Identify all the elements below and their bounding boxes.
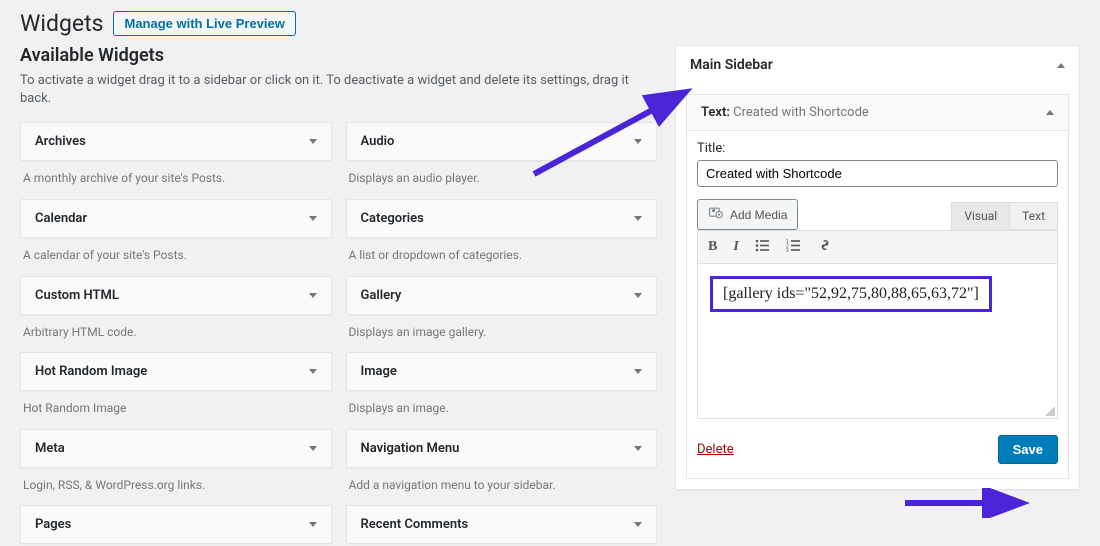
text-tab[interactable]: Text	[1009, 202, 1058, 230]
sidebar-area-panel: Main Sidebar Text: Created with Shortcod…	[675, 45, 1080, 544]
page-header: Widgets Manage with Live Preview	[20, 10, 1080, 37]
chevron-down-icon	[634, 446, 642, 451]
available-widget-meta[interactable]: Meta	[20, 429, 332, 468]
delete-link[interactable]: Delete	[697, 442, 734, 457]
widget-card-desc: Arbitrary HTML code.	[20, 315, 332, 353]
chevron-down-icon	[634, 522, 642, 527]
bullet-list-button[interactable]	[755, 239, 770, 256]
add-media-label: Add Media	[730, 208, 787, 222]
shortcode-text: [gallery ids="52,92,75,80,88,65,63,72"]	[710, 276, 992, 312]
available-widget-audio[interactable]: Audio	[346, 122, 658, 161]
bold-button[interactable]: B	[708, 239, 717, 255]
title-input[interactable]	[697, 160, 1058, 187]
text-widget-body: Title:	[686, 131, 1069, 479]
collapse-icon	[1046, 110, 1054, 115]
widget-card-label: Image	[361, 364, 397, 379]
widget-type-label: Text:	[701, 105, 730, 120]
available-widget-recent-comments[interactable]: Recent Comments	[346, 505, 658, 544]
available-widgets-section: Available Widgets To activate a widget d…	[20, 45, 657, 544]
add-media-button[interactable]: Add Media	[697, 199, 798, 230]
visual-tab[interactable]: Visual	[951, 202, 1010, 230]
widget-card-label: Categories	[361, 211, 424, 226]
available-widget-hot-random-image[interactable]: Hot Random Image	[20, 352, 332, 391]
available-widget-navigation-menu[interactable]: Navigation Menu	[346, 429, 658, 468]
numbered-list-button[interactable]: 123	[786, 239, 801, 256]
widget-card-desc: A calendar of your site's Posts.	[20, 238, 332, 276]
widget-card-desc: Displays an image gallery.	[346, 315, 658, 353]
widget-card-label: Navigation Menu	[361, 441, 460, 456]
save-button[interactable]: Save	[998, 435, 1058, 464]
widget-card-label: Custom HTML	[35, 288, 119, 303]
chevron-down-icon	[634, 139, 642, 144]
widget-card-label: Calendar	[35, 211, 87, 226]
sidebar-area-name: Main Sidebar	[690, 57, 773, 73]
widget-card-label: Recent Comments	[361, 517, 469, 532]
available-widget-calendar[interactable]: Calendar	[20, 199, 332, 238]
widget-card-label: Meta	[35, 441, 65, 456]
available-widget-pages[interactable]: Pages	[20, 505, 332, 544]
available-widgets-desc: To activate a widget drag it to a sideba…	[20, 72, 657, 108]
widget-card-desc: A monthly archive of your site's Posts.	[20, 161, 332, 199]
available-widgets-heading: Available Widgets	[20, 45, 657, 66]
page-title: Widgets	[20, 10, 103, 37]
available-widget-gallery[interactable]: Gallery	[346, 276, 658, 315]
widget-card-desc: Displays an image.	[346, 391, 658, 429]
widget-card-desc: Hot Random Image	[20, 391, 332, 429]
widget-card-label: Pages	[35, 517, 71, 532]
widget-card-label: Audio	[361, 134, 395, 149]
chevron-down-icon	[634, 216, 642, 221]
manage-live-preview-button[interactable]: Manage with Live Preview	[113, 11, 295, 36]
text-widget-header[interactable]: Text: Created with Shortcode	[686, 94, 1069, 131]
title-field-label: Title:	[697, 141, 1058, 156]
widget-card-label: Gallery	[361, 288, 402, 303]
chevron-down-icon	[309, 446, 317, 451]
editor-toolbar: B I 123	[697, 230, 1058, 264]
resize-handle-icon[interactable]	[1045, 406, 1055, 416]
chevron-down-icon	[309, 139, 317, 144]
widget-card-desc: Login, RSS, & WordPress.org links.	[20, 468, 332, 506]
available-widget-categories[interactable]: Categories	[346, 199, 658, 238]
widget-subtitle: Created with Shortcode	[733, 105, 869, 120]
chevron-down-icon	[634, 293, 642, 298]
editor-content[interactable]: [gallery ids="52,92,75,80,88,65,63,72"]	[697, 264, 1058, 419]
widget-card-desc: Add a navigation menu to your sidebar.	[346, 468, 658, 506]
widget-card-desc: A list or dropdown of categories.	[346, 238, 658, 276]
collapse-icon	[1057, 63, 1065, 68]
chevron-down-icon	[309, 216, 317, 221]
svg-text:3: 3	[786, 248, 789, 252]
chevron-down-icon	[309, 369, 317, 374]
chevron-down-icon	[634, 369, 642, 374]
italic-button[interactable]: I	[733, 239, 738, 255]
widget-card-label: Hot Random Image	[35, 364, 147, 379]
chevron-down-icon	[309, 293, 317, 298]
media-icon	[708, 205, 724, 224]
available-widget-custom-html[interactable]: Custom HTML	[20, 276, 332, 315]
available-widget-archives[interactable]: Archives	[20, 122, 332, 161]
widget-card-label: Archives	[35, 134, 86, 149]
link-button[interactable]	[817, 237, 833, 257]
available-widget-image[interactable]: Image	[346, 352, 658, 391]
chevron-down-icon	[309, 522, 317, 527]
widget-card-desc: Displays an audio player.	[346, 161, 658, 199]
sidebar-area-header[interactable]: Main Sidebar	[676, 46, 1079, 84]
